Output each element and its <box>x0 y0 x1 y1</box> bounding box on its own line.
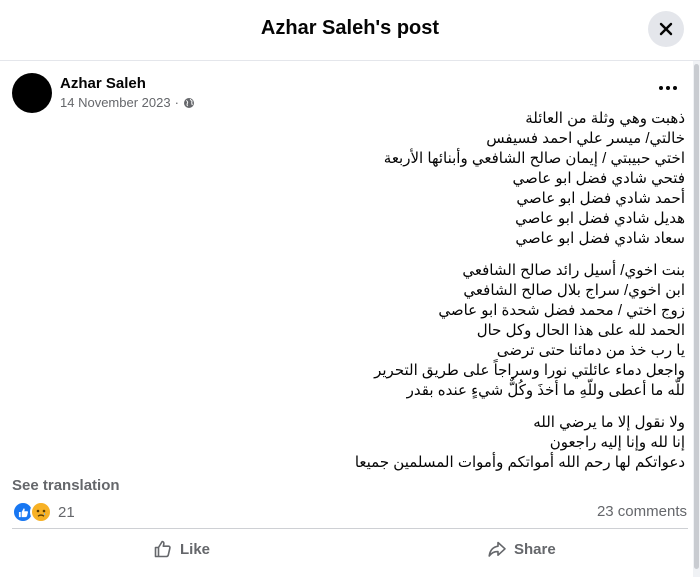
avatar[interactable] <box>12 73 52 113</box>
close-button[interactable] <box>648 11 684 47</box>
post-line: اختي حبيبتي / إيمان صالح الشافعي وأبنائه… <box>383 150 685 167</box>
post-dialog-header: Azhar Saleh's post <box>0 0 700 61</box>
post-line: زوج اختي / محمد فضل شحدة ابو عاصي <box>438 302 685 319</box>
like-label: Like <box>180 540 211 558</box>
post-line: سعاد شادي فضل ابو عاصي <box>515 230 685 247</box>
sad-reaction-icon <box>30 501 52 523</box>
post-line: ابن اخوي/ سراج بلال صالح الشافعي <box>463 282 685 299</box>
post-text: ذهبت وهي وثلة من العائلة خالتي/ ميسر علي… <box>300 109 685 485</box>
post-line: إنا لله وإنا إليه راجعون <box>549 434 685 451</box>
post-line: هديل شادي فضل ابو عاصي <box>515 210 685 227</box>
post-line: يا رب خذ من دمائنا حتى ترضى <box>496 342 685 359</box>
post-line: الحمد لله على هذا الحال وكل حال <box>476 322 685 339</box>
post-paragraph: ولا نقول إلا ما يرضي الله إنا لله وإنا إ… <box>300 413 685 473</box>
close-icon <box>659 22 673 36</box>
actions-divider <box>12 528 688 529</box>
share-button[interactable]: Share <box>487 536 556 562</box>
post-line: واجعل دماء عائلتي نورا وسراجاً على طريق … <box>374 362 685 379</box>
post-line: أحمد شادي فضل ابو عاصي <box>516 190 685 207</box>
post-paragraph: بنت اخوي/ أسيل رائد صالح الشافعي ابن اخو… <box>300 261 685 401</box>
scrollbar-thumb[interactable] <box>694 64 699 569</box>
more-options-button[interactable] <box>654 78 682 98</box>
reactions-summary[interactable]: 21 <box>12 501 75 523</box>
reaction-count: 21 <box>58 503 75 521</box>
thumbs-up-icon <box>154 540 171 558</box>
post-date[interactable]: 14 November 2023 <box>60 95 171 110</box>
like-button[interactable]: Like <box>153 536 210 562</box>
post-line: بنت اخوي/ أسيل رائد صالح الشافعي <box>462 262 685 279</box>
meta-separator: · <box>174 95 179 110</box>
dialog-title: Azhar Saleh's post <box>260 17 440 39</box>
share-label: Share <box>514 540 556 558</box>
post-line: دعواتكم لها رحم الله أمواتكم وأموات المس… <box>354 454 685 471</box>
share-arrow-icon <box>488 541 506 557</box>
see-translation-link[interactable]: See translation <box>12 477 120 494</box>
post-line: للّه ما أعطى وللّهِ ما أخذَ وكُلٌّ شيءٍ … <box>406 382 685 399</box>
post-line: خالتي/ ميسر علي احمد فسيفس <box>486 130 685 147</box>
more-options-icon <box>659 86 677 90</box>
post-line: ولا نقول إلا ما يرضي الله <box>533 414 685 431</box>
comments-count[interactable]: 23 comments <box>597 503 687 520</box>
post-meta: 14 November 2023 · <box>60 95 195 110</box>
post-line: فتحي شادي فضل ابو عاصي <box>512 170 686 187</box>
post-paragraph: ذهبت وهي وثلة من العائلة خالتي/ ميسر علي… <box>300 109 685 249</box>
globe-icon[interactable] <box>183 97 195 109</box>
author-name[interactable]: Azhar Saleh <box>60 75 146 92</box>
post-line: ذهبت وهي وثلة من العائلة <box>525 110 685 127</box>
